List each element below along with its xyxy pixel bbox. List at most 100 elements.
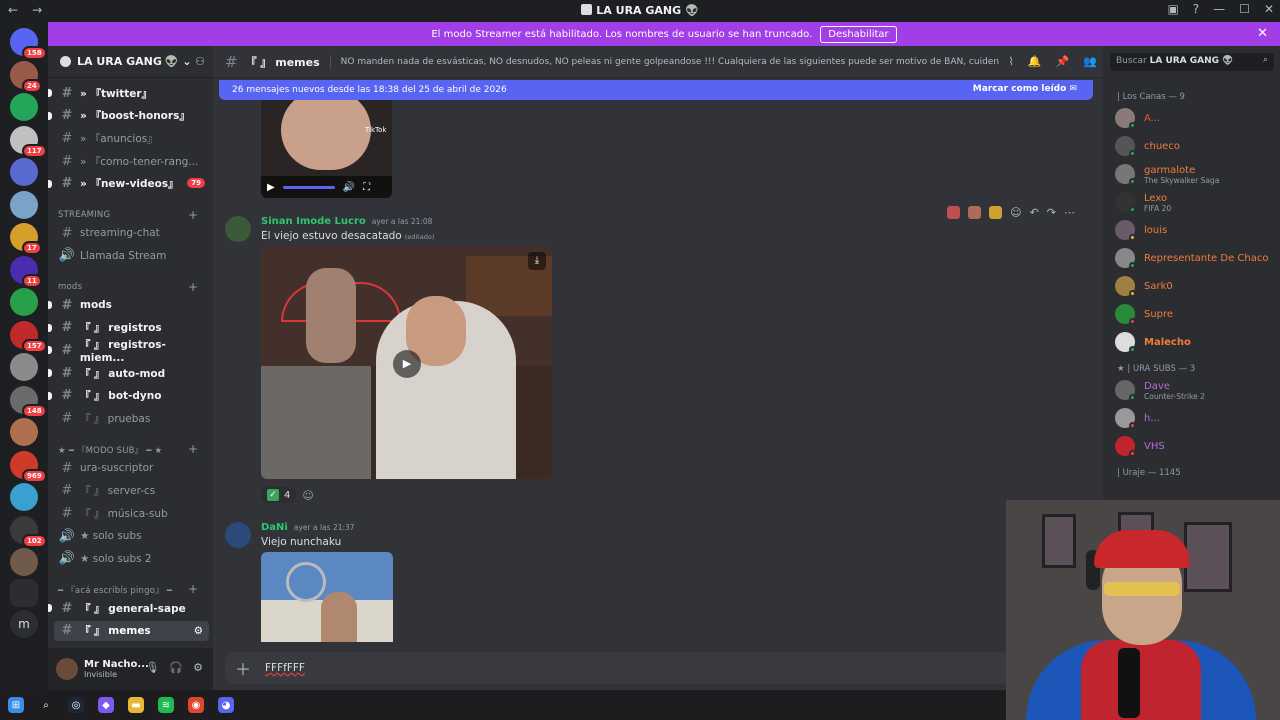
pin-icon[interactable]: 📌 [1056,55,1070,68]
steam-icon[interactable]: ◎ [68,697,84,713]
headphones-icon[interactable]: 🎧 [169,661,183,674]
channel-item[interactable]: # streaming-chat [54,223,209,243]
channel-item[interactable]: # » 『new-videos』 79 [48,174,209,194]
add-attachment-icon[interactable]: ＋ [235,656,251,680]
server-header[interactable]: LA URA GANG 👽 ⌄ ⚇ [48,46,213,78]
member-item[interactable]: Representante De Chaco [1115,246,1275,270]
channel-item[interactable]: 🔊 ★ solo subs 2 [54,549,209,569]
add-channel-icon[interactable]: + [188,582,198,596]
member-item[interactable]: Supre [1115,302,1275,326]
download-icon[interactable]: ⤓ [528,252,546,270]
channel-item[interactable]: 🔊 Llamada Stream [54,246,209,266]
message-input[interactable]: ＋ FFFfFFF 🎁 ▭ [225,652,1091,684]
channel-item[interactable]: 🔊 ★ solo subs [54,526,209,546]
member-item[interactable]: louis [1115,218,1275,242]
disable-streamer-button[interactable]: Deshabilitar [820,25,897,43]
reaction-emoji-icon[interactable] [947,206,961,219]
add-reaction-icon[interactable]: ☺ [302,489,313,502]
copilot-icon[interactable]: ◆ [98,697,114,713]
video-progress[interactable] [282,185,335,189]
member-item[interactable]: Lexo FIFA 20 [1115,190,1275,214]
channel-item[interactable]: # 『 』 server-cs [54,481,209,501]
add-member-icon[interactable]: ⚇ [195,55,205,68]
reaction-emoji-icon[interactable] [989,206,1003,219]
threads-icon[interactable]: ⌇ [1009,55,1014,68]
server-icon[interactable] [10,548,38,576]
play-icon[interactable]: ▶ [267,182,275,193]
chrome-icon[interactable]: ◉ [188,697,204,713]
server-icon[interactable] [10,288,38,316]
settings-gear-icon[interactable]: ⚙ [194,625,203,637]
channel-category[interactable]: ━ 『acá escribís pingo』 ━ + [58,582,198,596]
add-channel-icon[interactable]: + [188,208,198,222]
channel-item[interactable]: # 『 』 pruebas [54,409,209,429]
channel-item[interactable]: # » 『boost-honors』 [48,106,209,126]
help-icon[interactable]: ? [1193,2,1199,16]
search-input[interactable]: Buscar LA URA GANG 👽 ⌕ [1110,53,1274,71]
avatar[interactable] [225,216,251,242]
member-item[interactable]: Dave Counter-Strike 2 [1115,378,1275,402]
reaction-check[interactable]: ✓ 4 [261,487,297,503]
channel-category[interactable]: mods + [58,280,198,294]
play-icon[interactable]: ▶ [393,350,421,378]
author-name[interactable]: DaNi [261,522,288,533]
close-icon[interactable]: ✕ [1257,26,1268,41]
windows-logo-icon[interactable]: ⊞ [8,697,24,713]
channel-item[interactable]: # 『 』 música-sub [54,503,209,523]
bell-icon[interactable]: 🔔 [1028,55,1042,68]
search-icon[interactable]: ⌕ [38,697,54,713]
channel-item[interactable]: # » 『twitter』 [48,83,209,103]
search-icon[interactable]: ⌕ [1263,55,1268,65]
server-icon[interactable] [10,483,38,511]
add-reaction-icon[interactable]: ☺ [1010,206,1021,219]
reply-icon[interactable]: ↶ [1030,206,1039,219]
message-author[interactable]: Sinan Imode Lucro ayer a las 21:08 [261,216,432,227]
add-channel-icon[interactable]: + [188,280,198,294]
close-window-button[interactable]: ✕ [1264,2,1274,16]
channel-item[interactable]: # mods [48,295,209,315]
channel-item[interactable]: # 『 』 registros [48,318,209,338]
member-item[interactable]: garmalote The Skywalker Saga [1115,162,1275,186]
channel-category[interactable]: STREAMING + [58,208,198,222]
message-input-value[interactable]: FFFfFFF [265,662,305,674]
member-item[interactable]: Malecho [1115,330,1275,354]
channel-item[interactable]: # 『 』 general-sape [48,598,209,618]
folder-icon[interactable] [10,579,38,607]
member-item[interactable]: chueco [1115,134,1275,158]
forward-icon[interactable]: ↷ [1047,206,1056,219]
minimize-button[interactable]: — [1213,2,1225,16]
add-channel-icon[interactable]: + [188,442,198,456]
server-icon[interactable] [10,190,38,219]
channel-item[interactable]: # ura-suscriptor [54,458,209,478]
member-item[interactable]: VHS [1115,434,1275,458]
settings-gear-icon[interactable]: ⚙ [193,661,203,674]
message-author[interactable]: DaNi ayer a las 21:37 [261,522,355,533]
server-icon[interactable] [10,353,38,381]
channel-topic[interactable]: NO manden nada de esvásticas, NO desnudo… [341,57,1048,67]
member-item[interactable]: Sark0 [1115,274,1275,298]
channel-item[interactable]: # 『 』 memes ⚙ [54,620,209,641]
avatar[interactable] [56,658,78,680]
video-attachment[interactable]: TikTok ▶ 🔊 ⛶ [261,100,392,198]
volume-icon[interactable]: 🔊 [343,182,355,193]
inbox-icon[interactable]: ▣ [1167,2,1178,16]
channel-category[interactable]: ★ ━ 『MODO SUB』 ━ ★ + [58,442,198,456]
server-icon[interactable] [10,93,38,121]
fullscreen-icon[interactable]: ⛶ [363,182,370,193]
server-icon[interactable]: m [10,610,38,638]
member-item[interactable]: A... [1115,106,1275,130]
explorer-icon[interactable]: ▬ [128,697,144,713]
video-attachment[interactable] [261,552,393,642]
channel-item[interactable]: # 『 』 bot-dyno [48,386,209,406]
video-attachment[interactable]: ▶ ⤓ [261,246,552,479]
channel-item[interactable]: # 『 』 registros-miem... [48,339,209,364]
avatar[interactable] [225,522,251,548]
maximize-button[interactable]: ☐ [1239,2,1250,16]
more-icon[interactable]: ⋯ [1064,206,1075,219]
member-item[interactable]: h... [1115,406,1275,430]
spotify-icon[interactable]: ≋ [158,697,174,713]
discord-icon[interactable]: ◕ [218,697,234,713]
members-icon[interactable]: 👥 [1083,55,1097,68]
server-icon[interactable] [10,418,38,446]
channel-item[interactable]: # » 『anuncios』 [54,128,209,148]
